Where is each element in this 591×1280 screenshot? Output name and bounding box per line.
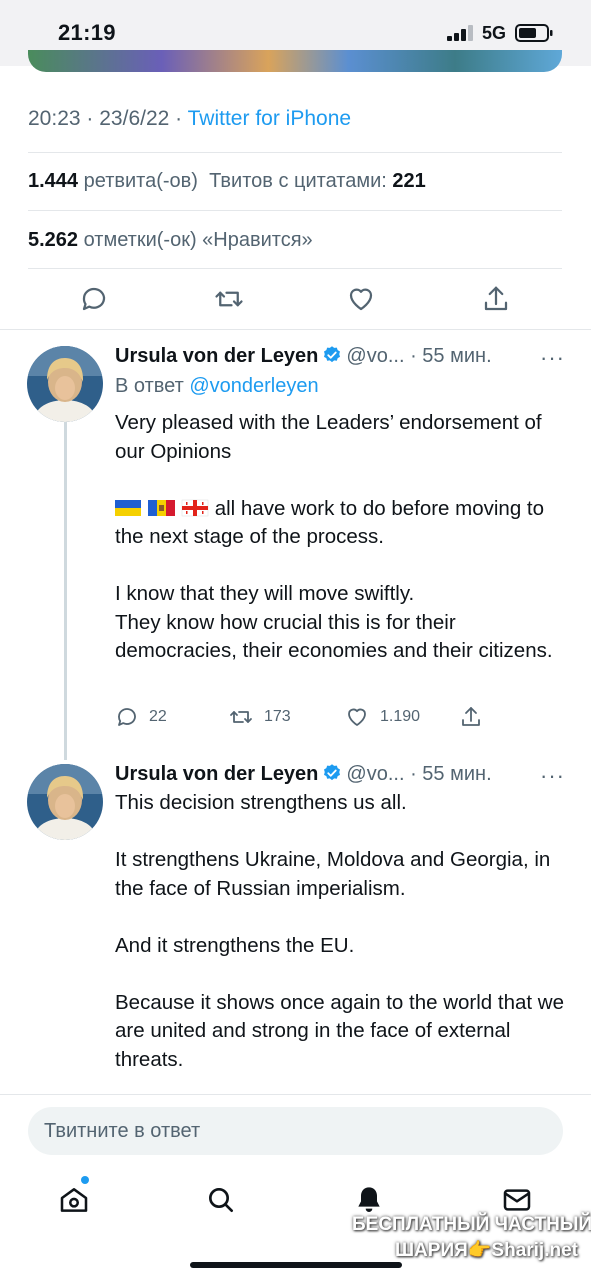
quotes-label: Твитов с цитатами:: [209, 170, 387, 192]
body-line: It strengthens Ukraine, Moldova and Geor…: [115, 848, 551, 900]
author-name[interactable]: Ursula von der Leyen: [115, 763, 318, 785]
likes-label: отметки(-ок) «Нравится»: [83, 229, 313, 251]
watermark-line: ШАРИЯ👉Sharij.net: [394, 1240, 578, 1261]
quotes-count: 221: [392, 170, 426, 192]
body-line: This decision strengthens us all.: [115, 791, 407, 814]
comment-icon: [118, 708, 136, 726]
watermark: БЕСПЛАТНЫЙ ЧАСТНЫЙ ШАРИЯ👉Sharij.net: [352, 1212, 591, 1264]
retweet-button[interactable]: 173: [228, 704, 291, 730]
retweet-stats: 1.444 ретвита(-ов) Твитов с цитатами: 22…: [28, 170, 426, 193]
tweet-date: 23/6/22: [99, 107, 170, 130]
body-line: Very pleased with the Leaders’ endorseme…: [115, 411, 542, 463]
share-icon: [462, 707, 480, 726]
avatar[interactable]: [27, 346, 103, 422]
more-options-icon[interactable]: ···: [540, 345, 565, 371]
country-flags-icon: [115, 499, 209, 516]
reply-compose-input[interactable]: Твитните в ответ: [28, 1107, 563, 1155]
reply-body: This decision strengthens us all. It str…: [115, 789, 565, 1074]
divider: [28, 152, 562, 153]
meta-separator: ·: [175, 107, 183, 130]
author-handle[interactable]: @vo...: [346, 763, 404, 785]
signal-icon: [447, 25, 473, 41]
reply-header: Ursula von der Leyen @vo... · 55 мин.: [115, 345, 492, 368]
body-line: They know how crucial this is for their …: [115, 610, 553, 663]
tweet-image-bottom-edge[interactable]: [28, 50, 562, 72]
verified-badge-icon: [324, 764, 341, 781]
retweets-label: ретвита(-ов): [83, 170, 198, 192]
divider: [28, 210, 562, 211]
reply-to-label: В ответ: [115, 375, 184, 397]
tweet-time: 20:23: [28, 107, 81, 130]
avatar-image: [27, 346, 103, 422]
body-line: And it strengthens the EU.: [115, 933, 355, 957]
tweet-source-link[interactable]: Twitter for iPhone: [188, 107, 351, 130]
divider: [0, 329, 591, 330]
like-count: 1.190: [380, 708, 421, 725]
meta-separator: ·: [86, 107, 94, 130]
author-handle[interactable]: @vo...: [346, 345, 404, 367]
likes-count: 5.262: [28, 229, 79, 251]
reply-count: 22: [149, 708, 167, 725]
search-icon[interactable]: [205, 1184, 237, 1216]
reply-action-bar: 22 173 1.190: [115, 704, 565, 730]
reply-time: · 55 мин.: [410, 763, 492, 785]
tweet-action-bar: [0, 278, 591, 324]
thread-connector-line: [64, 422, 67, 760]
retweets-count: 1.444: [28, 170, 79, 192]
heart-icon[interactable]: [346, 284, 376, 314]
notification-dot: [81, 1176, 89, 1184]
share-button[interactable]: [458, 704, 494, 730]
comment-icon[interactable]: [79, 284, 109, 314]
avatar[interactable]: [27, 764, 103, 840]
reply-to-line: В ответ @vonderleyen: [115, 375, 319, 398]
home-indicator[interactable]: [190, 1262, 402, 1268]
watermark-line: БЕСПЛАТНЫЙ ЧАСТНЫЙ: [352, 1214, 591, 1235]
body-line-with-flags: all have work to do before moving to the…: [115, 495, 565, 552]
share-icon[interactable]: [481, 284, 511, 314]
likes-link[interactable]: 5.262 отметки(-ок) «Нравится»: [28, 229, 313, 252]
status-time: 21:19: [58, 20, 116, 45]
compose-bar: Твитните в ответ: [0, 1094, 591, 1170]
reply-time: · 55 мин.: [410, 345, 492, 367]
network-type: 5G: [482, 23, 507, 43]
reply-header: Ursula von der Leyen @vo... · 55 мин.: [115, 763, 492, 786]
quotes-link[interactable]: Твитов с цитатами: 221: [209, 170, 426, 192]
home-icon[interactable]: [58, 1184, 90, 1216]
author-name[interactable]: Ursula von der Leyen: [115, 345, 318, 367]
more-options-icon[interactable]: ···: [540, 763, 565, 789]
verified-badge-icon: [324, 346, 341, 363]
heart-icon: [348, 708, 366, 726]
reply-button[interactable]: 22: [115, 704, 167, 730]
battery-icon: [515, 24, 553, 42]
retweet-icon[interactable]: [214, 284, 244, 314]
like-button[interactable]: 1.190: [344, 704, 420, 730]
avatar-image: [27, 764, 103, 840]
retweet-count: 173: [264, 708, 291, 725]
body-line: Because it shows once again to the world…: [115, 990, 564, 1071]
status-bar: 21:19 5G: [0, 0, 591, 72]
tweet-timestamp: 20:23 · 23/6/22 · Twitter for iPhone: [28, 107, 351, 131]
retweet-icon: [230, 711, 252, 723]
body-line: I know that they will move swiftly.: [115, 582, 415, 605]
divider: [28, 268, 562, 269]
retweets-link[interactable]: 1.444 ретвита(-ов): [28, 170, 198, 192]
reply-body: Very pleased with the Leaders’ endorseme…: [115, 409, 565, 666]
reply-to-handle[interactable]: @vonderleyen: [189, 375, 318, 397]
